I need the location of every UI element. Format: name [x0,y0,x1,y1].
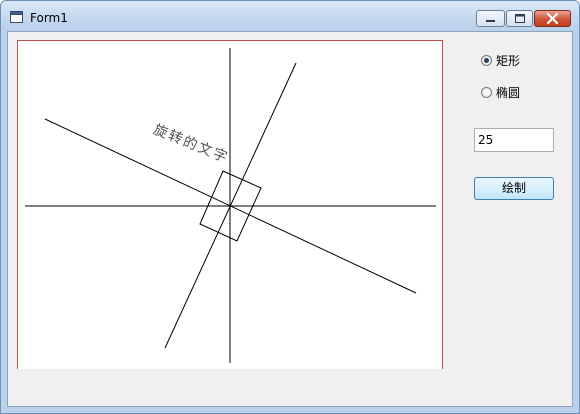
form-client-area: 旋转的文字 矩形 椭圆 绘制 [7,31,573,407]
minimize-icon [486,20,495,22]
canvas-drawing [25,48,436,363]
minimize-button[interactable] [476,10,505,27]
form-icon [10,11,23,23]
drawing-canvas[interactable]: 旋转的文字 [17,40,443,369]
title-bar[interactable]: Form1 [1,1,579,31]
radio-ellipse[interactable]: 椭圆 [481,84,520,100]
app-window: Form1 旋转的文字 矩形 椭圆 25 绘制 [0,0,580,414]
radio-rectangle-circle[interactable] [481,54,492,66]
radio-ellipse-label: 椭圆 [496,85,521,100]
window-title: Form1 [30,11,68,25]
angle-input[interactable] [474,128,554,152]
close-icon [546,12,559,25]
maximize-button[interactable] [506,10,533,27]
draw-button[interactable]: 绘制 [474,177,554,200]
maximize-icon [515,14,525,23]
radio-rectangle[interactable]: 矩形 [481,52,520,68]
radio-ellipse-circle[interactable] [481,86,492,98]
close-button[interactable] [534,10,571,27]
radio-rectangle-label: 矩形 [496,53,521,68]
